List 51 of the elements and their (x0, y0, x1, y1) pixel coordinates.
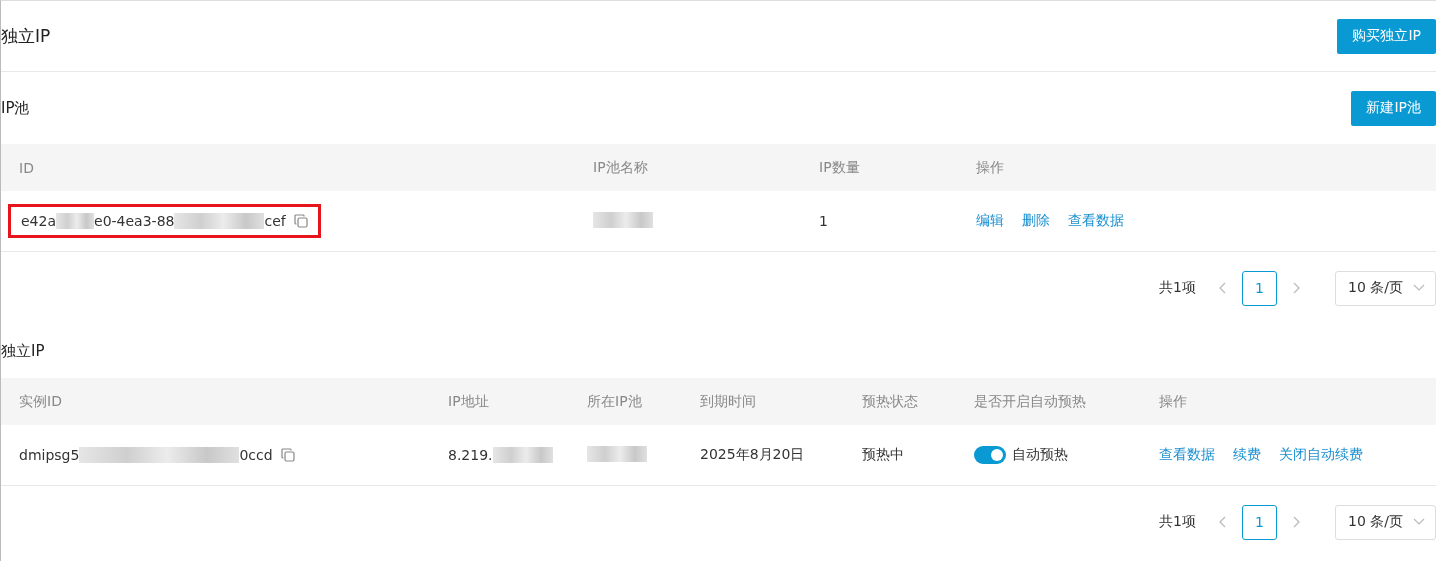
copy-icon[interactable] (280, 448, 295, 462)
page-button[interactable]: 1 (1242, 504, 1277, 540)
id-text: dmipsg5 (19, 447, 80, 463)
previous-page-icon[interactable] (1218, 516, 1228, 528)
column-header: IP池名称 (592, 158, 649, 177)
caret-icon (1413, 284, 1425, 292)
column-header: ID (18, 159, 35, 176)
redacted-block (587, 445, 647, 462)
buy-ip-button[interactable]: 购买独立IP (1337, 18, 1436, 54)
column-header: 是否开启自动预热 (973, 392, 1087, 411)
column-header: 所在IP池 (586, 392, 643, 411)
total-count: 共1项 (1159, 279, 1196, 297)
id-text: e42a (21, 213, 56, 229)
new-pool-button[interactable]: 新建IP池 (1351, 90, 1436, 126)
id-text: 8.219. (448, 447, 493, 463)
toggle-label: 自动预热 (1012, 446, 1068, 464)
id-text: cef (264, 213, 286, 229)
redacted-block (56, 213, 94, 229)
table-cell-text: 2025年8月20日 (699, 446, 806, 464)
action-link[interactable]: 删除 (1022, 212, 1050, 230)
id-text: 0ccd (239, 447, 273, 463)
column-header: IP数量 (818, 158, 861, 177)
section-title: IP池 (1, 98, 30, 118)
column-header: 实例ID (18, 392, 63, 411)
caret-icon (1413, 518, 1425, 526)
column-header: 预热状态 (861, 392, 919, 411)
column-header: 操作 (1158, 392, 1188, 411)
redacted-block (593, 211, 653, 228)
redacted-block (492, 447, 553, 463)
page-title: 独立IP (1, 24, 51, 48)
action-link[interactable]: 编辑 (976, 212, 1004, 230)
copy-icon[interactable] (293, 214, 308, 228)
action-link[interactable]: 查看数据 (1159, 446, 1215, 464)
previous-page-icon[interactable] (1218, 282, 1228, 294)
action-link[interactable]: 续费 (1233, 446, 1261, 464)
column-header: 到期时间 (699, 392, 757, 411)
column-header: 操作 (975, 158, 1005, 177)
section-title: 独立IP (1, 341, 45, 361)
next-page-icon[interactable] (1291, 516, 1301, 528)
page-size-select[interactable]: 10 条/页 (1335, 504, 1436, 540)
id-text: e0-4ea3-88 (94, 213, 175, 229)
column-header: IP地址 (447, 392, 490, 411)
action-link[interactable]: 关闭自动续费 (1279, 446, 1363, 464)
next-page-icon[interactable] (1291, 282, 1301, 294)
page-button[interactable]: 1 (1242, 270, 1277, 306)
table-cell-text: 1 (818, 213, 829, 229)
total-count: 共1项 (1159, 513, 1196, 531)
action-link[interactable]: 查看数据 (1068, 212, 1124, 230)
page-size-select[interactable]: 10 条/页 (1335, 270, 1436, 306)
table-cell-text: 预热中 (861, 446, 905, 464)
toggle-switch[interactable] (974, 446, 1006, 464)
